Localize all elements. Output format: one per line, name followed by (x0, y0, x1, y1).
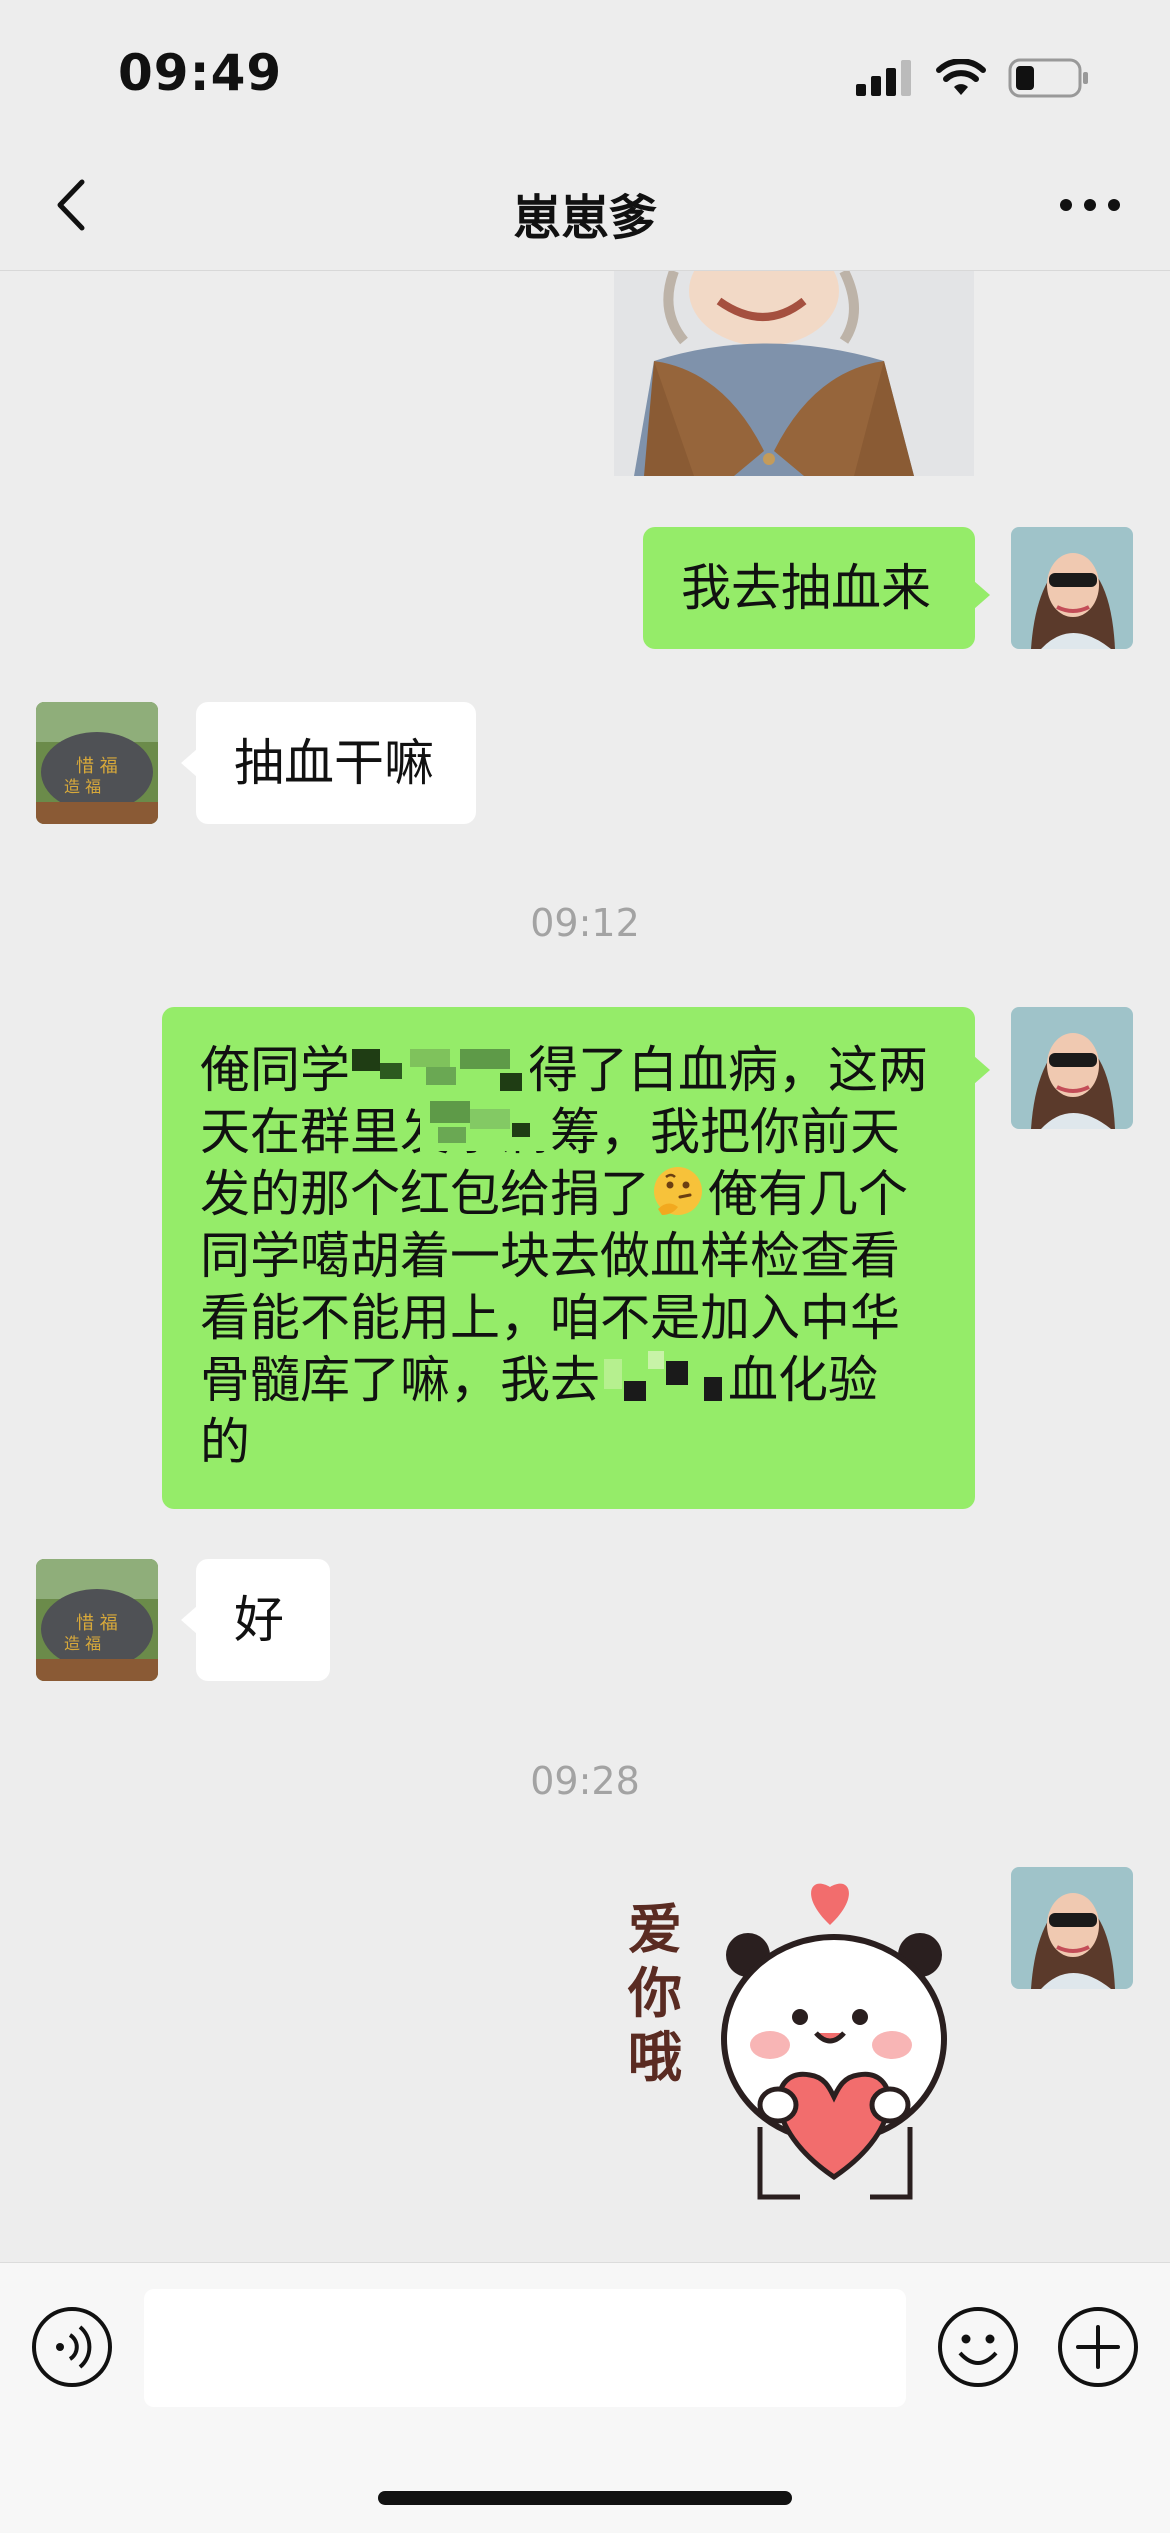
add-more-icon[interactable] (1056, 2305, 1140, 2389)
stone-avatar-image: 惜 福 造 福 (36, 702, 158, 824)
my-avatar[interactable] (1011, 1007, 1133, 1129)
my-avatar[interactable] (1011, 1867, 1133, 1989)
my-avatar[interactable] (1011, 527, 1133, 649)
message-line: 骨髓库了嘛，我去 血化验 (200, 1351, 878, 1409)
message-bubble-left[interactable]: 好 (196, 1559, 330, 1681)
woman-sunglasses-avatar-image (1011, 1867, 1133, 1989)
sticker-caption: 爱你哦 (628, 1897, 682, 2089)
svg-text:惜 福: 惜 福 (76, 756, 118, 777)
redacted-mosaic (350, 1045, 530, 1097)
message-line: 俺同学 得了白血病，这两 (200, 1041, 928, 1099)
message-line: 同学噶胡着一块去做血样检查看 (200, 1227, 900, 1285)
message-input[interactable] (144, 2289, 906, 2407)
message-text: 我去抽血来 (681, 559, 931, 617)
timestamp: 09:12 (530, 901, 640, 945)
input-toolbar (0, 2262, 1170, 2533)
chat-title: 崽崽爹 (512, 190, 657, 246)
redacted-mosaic (420, 1101, 550, 1151)
bear-heart-sticker (721, 1883, 947, 2200)
status-bar: 09:49 (0, 0, 1170, 140)
stone-avatar-image: 惜 福 造 福 (36, 1559, 158, 1681)
message-bubble-right[interactable]: 俺同学 得了白血病，这两 天在群里发水滴筹，我把你前天 发的那个红包给捐了 俺有几… (162, 1007, 975, 1509)
more-options-icon[interactable] (1050, 168, 1130, 238)
voice-input-icon[interactable] (30, 2305, 114, 2389)
home-indicator[interactable] (378, 2491, 792, 2505)
svg-text:造 福: 造 福 (64, 1634, 101, 1653)
message-line: 发的那个红包给捐了 俺有几个 (200, 1163, 908, 1223)
message-text: 抽血干嘛 (234, 734, 434, 792)
wifi-icon (936, 59, 986, 95)
child-photo-image (614, 271, 974, 476)
woman-sunglasses-avatar-image (1011, 1007, 1133, 1129)
status-icons (856, 58, 1090, 98)
message-line: 的 (200, 1413, 250, 1471)
message-list[interactable]: 我去抽血来 惜 福 造 福 抽血干嘛 09:12 俺同学 得了白血病，这两 天在… (0, 271, 1170, 2261)
signal-icon (856, 60, 911, 96)
svg-text:造 福: 造 福 (64, 777, 101, 796)
message-text: 好 (234, 1591, 284, 1649)
status-time: 09:49 (118, 44, 283, 102)
woman-sunglasses-avatar-image (1011, 527, 1133, 649)
message-bubble-right[interactable]: 我去抽血来 (643, 527, 975, 649)
battery-icon (1008, 58, 1088, 98)
message-line: 天在群里发水滴筹，我把你前天 (200, 1101, 900, 1161)
message-bubble-left[interactable]: 抽血干嘛 (196, 702, 476, 824)
photo-message[interactable] (614, 271, 974, 476)
redacted-mosaic (604, 1351, 728, 1409)
thinking-face-emoji-icon (650, 1163, 708, 1217)
svg-text:惜 福: 惜 福 (76, 1613, 118, 1634)
emoji-icon[interactable] (936, 2305, 1020, 2389)
contact-avatar[interactable]: 惜 福 造 福 (36, 702, 158, 824)
timestamp: 09:28 (530, 1759, 640, 1803)
contact-avatar[interactable]: 惜 福 造 福 (36, 1559, 158, 1681)
sticker-message[interactable]: 爱你哦 (620, 1867, 980, 2227)
message-line: 看能不能用上，咱不是加入中华 (200, 1289, 900, 1347)
chat-header: 崽崽爹 (0, 140, 1170, 271)
